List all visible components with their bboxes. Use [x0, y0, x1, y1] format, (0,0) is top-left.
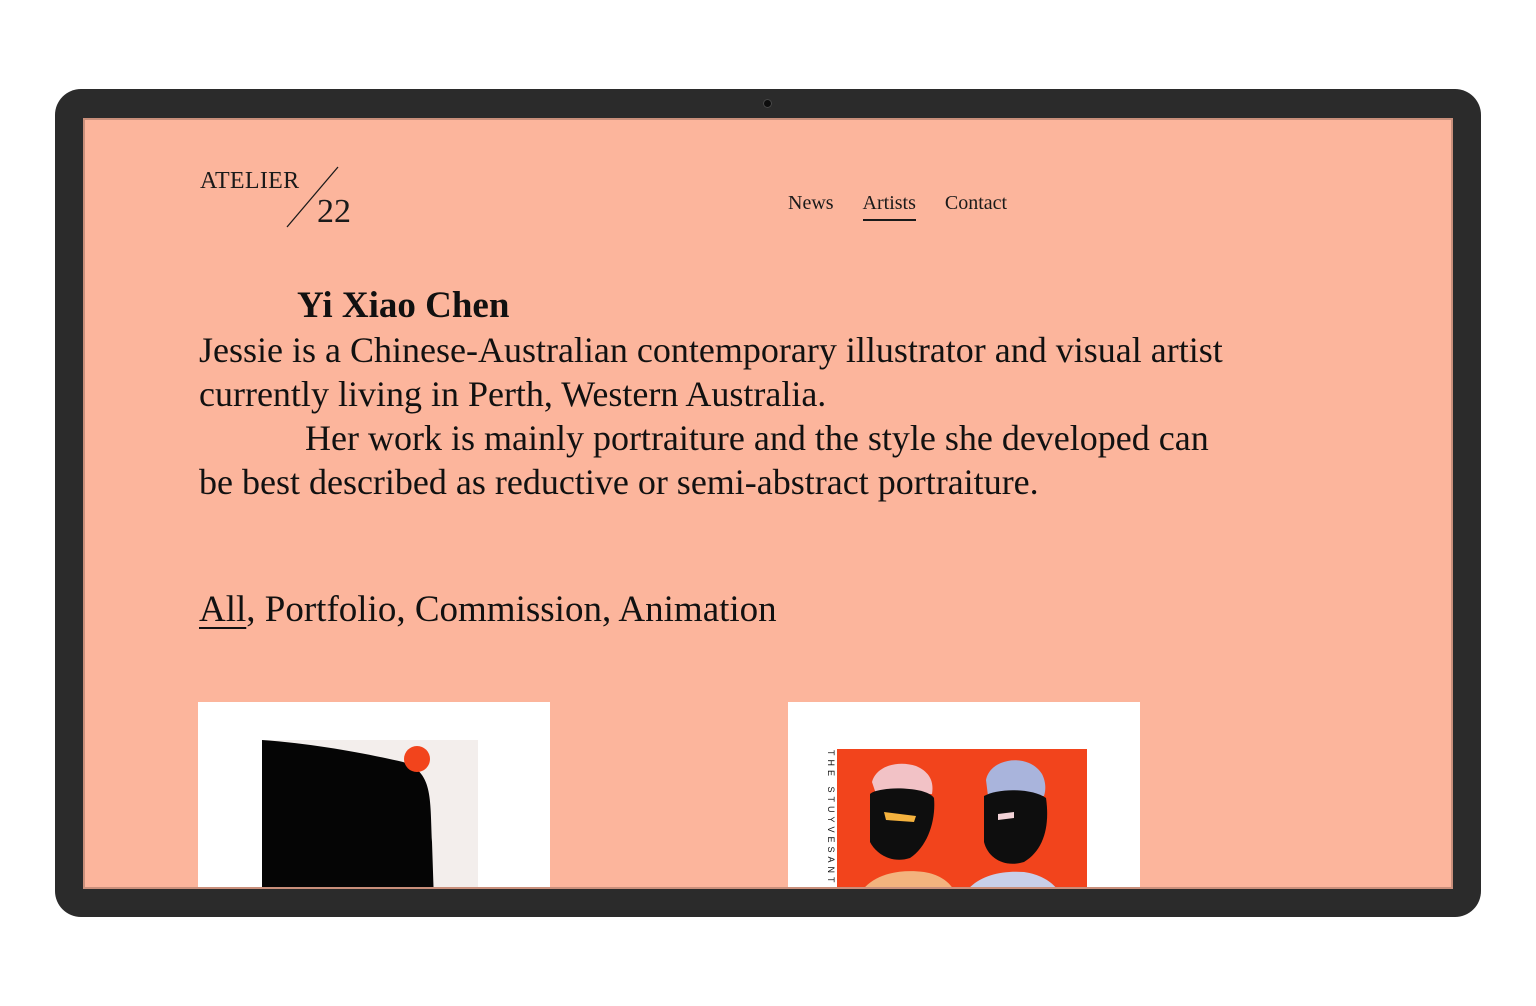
bio-paragraph-2: Her work is mainly portraiture and the s…	[199, 418, 1209, 502]
filter-separator: ,	[601, 589, 619, 630]
main-nav: News Artists Contact	[788, 192, 1007, 221]
nav-contact[interactable]: Contact	[945, 192, 1007, 221]
artist-bio: Yi Xiao Chen Jessie is a Chinese-Austral…	[199, 284, 1239, 504]
logo-number: 22	[317, 193, 351, 230]
filter-animation[interactable]: Animation	[618, 589, 776, 630]
category-filters: All, Portfolio, Commission, Animation	[199, 588, 777, 631]
site-logo[interactable]: ATELIER 22	[200, 165, 370, 235]
artwork-portrait-image: THE STUYVESANT	[826, 749, 1087, 887]
bio-paragraph-1: Jessie is a Chinese-Australian contempor…	[199, 330, 1223, 414]
bio-paragraph-2-wrapper: Her work is mainly portraiture and the s…	[199, 416, 1239, 504]
webcam-dot	[763, 99, 772, 108]
website-screen: ATELIER 22 News Artists Contact Yi Xiao …	[85, 120, 1451, 887]
nav-news[interactable]: News	[788, 192, 834, 221]
filter-commission[interactable]: Commission	[415, 589, 602, 630]
artwork-card-abstract[interactable]	[198, 702, 550, 887]
filter-portfolio[interactable]: Portfolio	[265, 589, 397, 630]
filter-separator: ,	[396, 589, 415, 630]
artwork-card-portrait[interactable]: THE STUYVESANT	[788, 702, 1140, 887]
nav-artists[interactable]: Artists	[862, 192, 916, 221]
artwork-vertical-text: THE STUYVESANT	[826, 750, 836, 887]
filter-separator: ,	[246, 589, 265, 630]
artwork-abstract-image	[262, 740, 478, 887]
artist-name: Yi Xiao Chen	[297, 285, 510, 326]
monitor-bezel: ATELIER 22 News Artists Contact Yi Xiao …	[55, 89, 1481, 917]
filter-all[interactable]: All	[199, 589, 246, 630]
